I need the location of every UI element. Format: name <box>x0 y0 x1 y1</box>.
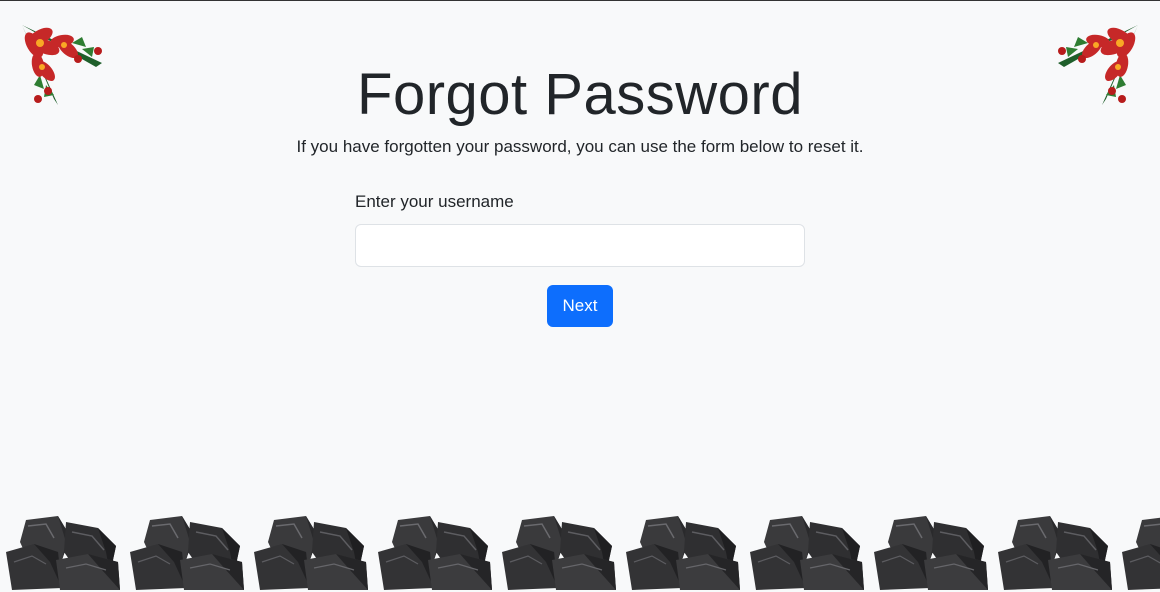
coal-pile-icon <box>130 516 244 590</box>
coal-pile-icon <box>6 516 120 590</box>
coal-pile-icon <box>874 516 988 590</box>
forgot-password-page: Forgot Password If you have forgotten yo… <box>0 0 1160 592</box>
coal-pile-icon <box>750 516 864 590</box>
page-subtitle: If you have forgotten your password, you… <box>296 137 864 156</box>
coal-pile-icon <box>1122 517 1160 590</box>
coal-pile-icon <box>626 516 740 590</box>
next-button[interactable]: Next <box>547 285 613 327</box>
page-title: Forgot Password <box>357 62 803 127</box>
coal-pile-icon <box>502 516 616 590</box>
username-input[interactable] <box>355 224 805 267</box>
coal-pile-icon <box>378 516 492 590</box>
coal-footer <box>0 510 1160 592</box>
coal-pile-icon <box>254 516 368 590</box>
username-label: Enter your username <box>355 192 514 211</box>
coal-pile-icon <box>998 516 1112 590</box>
